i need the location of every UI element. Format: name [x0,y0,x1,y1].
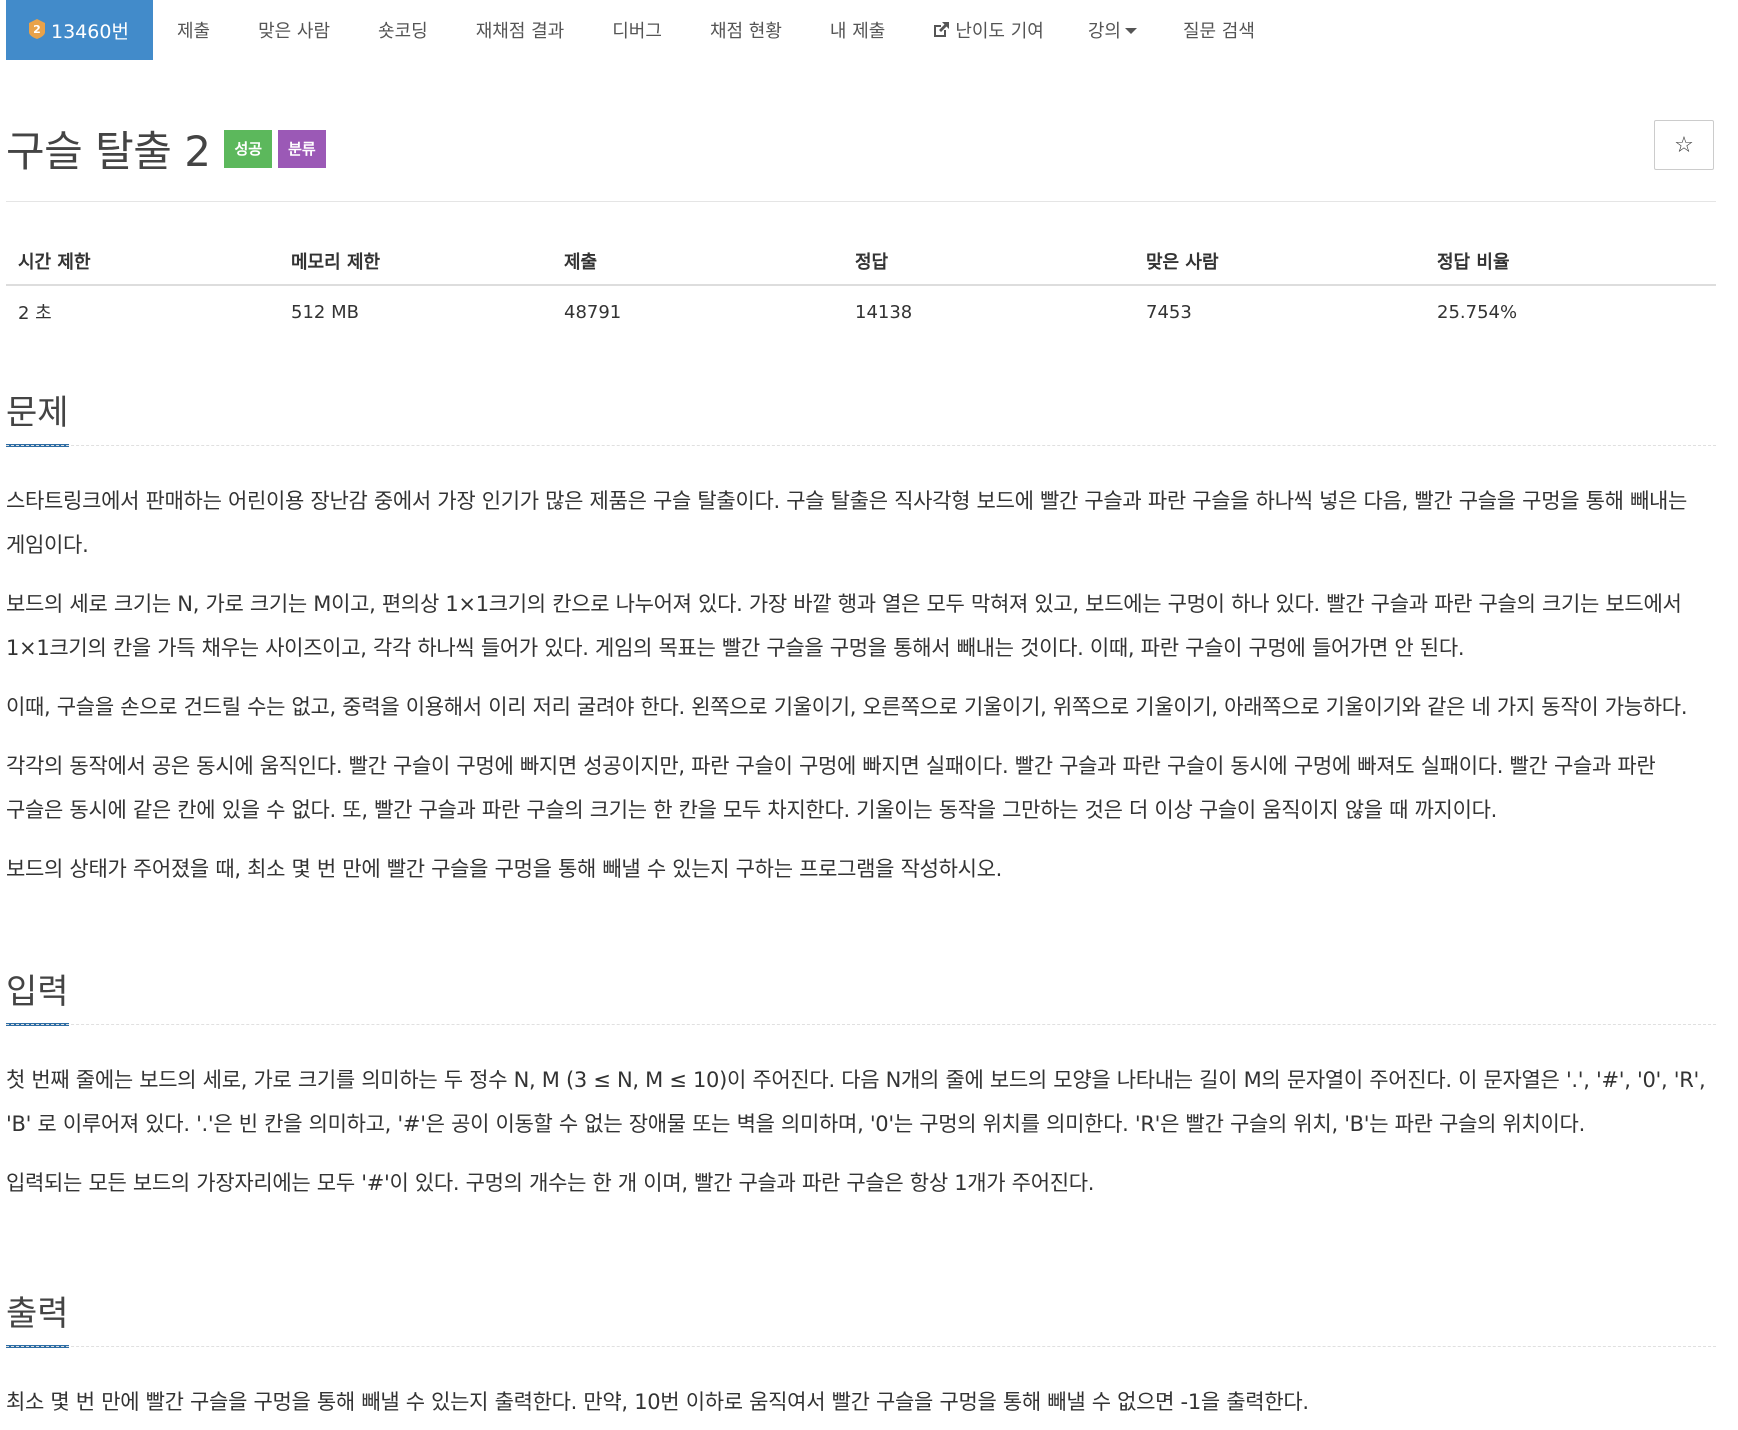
header-accepted-users: 맞은 사람 [1146,252,1219,273]
input-paragraph-2: 입력되는 모든 보드의 가장자리에는 모두 '#'이 있다. 구멍의 개수는 한… [6,1171,1095,1195]
nav-difficulty-label: 난이도 기여 [955,21,1044,42]
section-divider [6,445,1716,446]
nav-short-coding[interactable]: 숏코딩 [354,0,452,60]
section-output-header: 출력 [6,1286,1716,1348]
problem-nav: 2 13460번 제출 맞은 사람 숏코딩 재채점 결과 디버그 채점 현황 내… [6,0,1279,60]
problem-paragraph-3: 이때, 구슬을 손으로 건드릴 수는 없고, 중력을 이용해서 이리 저리 굴려… [6,695,1688,719]
problem-paragraph-2: 보드의 세로 크기는 N, 가로 크기는 M이고, 편의상 1×1크기의 칸으로… [6,592,1682,660]
header-accept-ratio: 정답 비율 [1437,252,1510,273]
caret-down-icon [1124,28,1137,34]
title-divider [6,201,1716,202]
status-badge-success: 성공 [224,129,273,168]
output-description: 최소 몇 번 만에 빨간 구슬을 구멍을 통해 빼낼 수 있는지 출력한다. 만… [6,1380,1718,1424]
header-time-limit: 시간 제한 [18,252,91,273]
value-memory-limit: 512 MB [291,301,359,323]
nav-status[interactable]: 채점 현황 [686,0,806,60]
problem-description: 스타트링크에서 판매하는 어린이용 장난감 중에서 가장 인기가 많은 제품은 … [6,479,1718,891]
nav-my-submissions[interactable]: 내 제출 [806,0,909,60]
section-problem-header: 문제 [6,385,1716,447]
nav-problem-number[interactable]: 2 13460번 [6,0,153,60]
section-divider [6,1346,1716,1347]
nav-accepted-users[interactable]: 맞은 사람 [234,0,354,60]
problem-number-label: 13460번 [51,20,129,43]
tier-badge-icon: 2 [28,19,46,39]
category-badge[interactable]: 분류 [278,129,326,168]
table-header-row: 시간 제한 메모리 제한 제출 정답 맞은 사람 정답 비율 [6,238,1716,284]
value-submissions: 48791 [564,301,622,323]
section-divider [6,1024,1716,1025]
nav-debug[interactable]: 디버그 [588,0,686,60]
problem-info-table: 시간 제한 메모리 제한 제출 정답 맞은 사람 정답 비율 2 초 512 M… [6,238,1716,338]
external-link-icon [931,20,951,40]
section-input-title: 입력 [6,964,69,1026]
header-memory-limit: 메모리 제한 [291,252,381,273]
problem-paragraph-1: 스타트링크에서 판매하는 어린이용 장난감 중에서 가장 인기가 많은 제품은 … [6,489,1688,557]
page-title: 구슬 탈출 2 [6,127,211,176]
nav-rejudge-results[interactable]: 재채점 결과 [452,0,589,60]
input-description: 첫 번째 줄에는 보드의 세로, 가로 크기를 의미하는 두 정수 N, M (… [6,1058,1718,1205]
svg-text:2: 2 [33,23,41,36]
nav-submit[interactable]: 제출 [153,0,234,60]
section-problem-title: 문제 [6,385,69,447]
value-accept-ratio: 25.754% [1437,301,1518,323]
nav-lectures-dropdown[interactable]: 강의 [1066,0,1159,60]
output-paragraph-1: 최소 몇 번 만에 빨간 구슬을 구멍을 통해 빼낼 수 있는지 출력한다. 만… [6,1390,1309,1414]
problem-paragraph-4: 각각의 동작에서 공은 동시에 움직인다. 빨간 구슬이 구멍에 빠지면 성공이… [6,754,1656,822]
nav-difficulty-contribution[interactable]: 난이도 기여 [909,0,1066,60]
favorite-star-button[interactable]: ☆ [1654,120,1714,170]
section-output-title: 출력 [6,1286,69,1348]
header-submissions: 제출 [564,252,598,273]
value-time-limit: 2 초 [18,303,52,324]
header-accepted: 정답 [855,252,889,273]
problem-paragraph-5: 보드의 상태가 주어졌을 때, 최소 몇 번 만에 빨간 구슬을 구멍을 통해 … [6,857,1003,881]
title-row: 구슬 탈출 2 성공 분류 [6,118,326,179]
table-row: 2 초 512 MB 48791 14138 7453 25.754% [6,286,1716,338]
input-paragraph-1: 첫 번째 줄에는 보드의 세로, 가로 크기를 의미하는 두 정수 N, M (… [6,1068,1706,1136]
nav-question-search[interactable]: 질문 검색 [1159,0,1279,60]
value-accepted: 14138 [855,301,913,323]
section-input-header: 입력 [6,964,1716,1026]
nav-lectures-label: 강의 [1087,21,1121,42]
value-accepted-users: 7453 [1146,301,1192,323]
star-icon: ☆ [1674,132,1694,158]
